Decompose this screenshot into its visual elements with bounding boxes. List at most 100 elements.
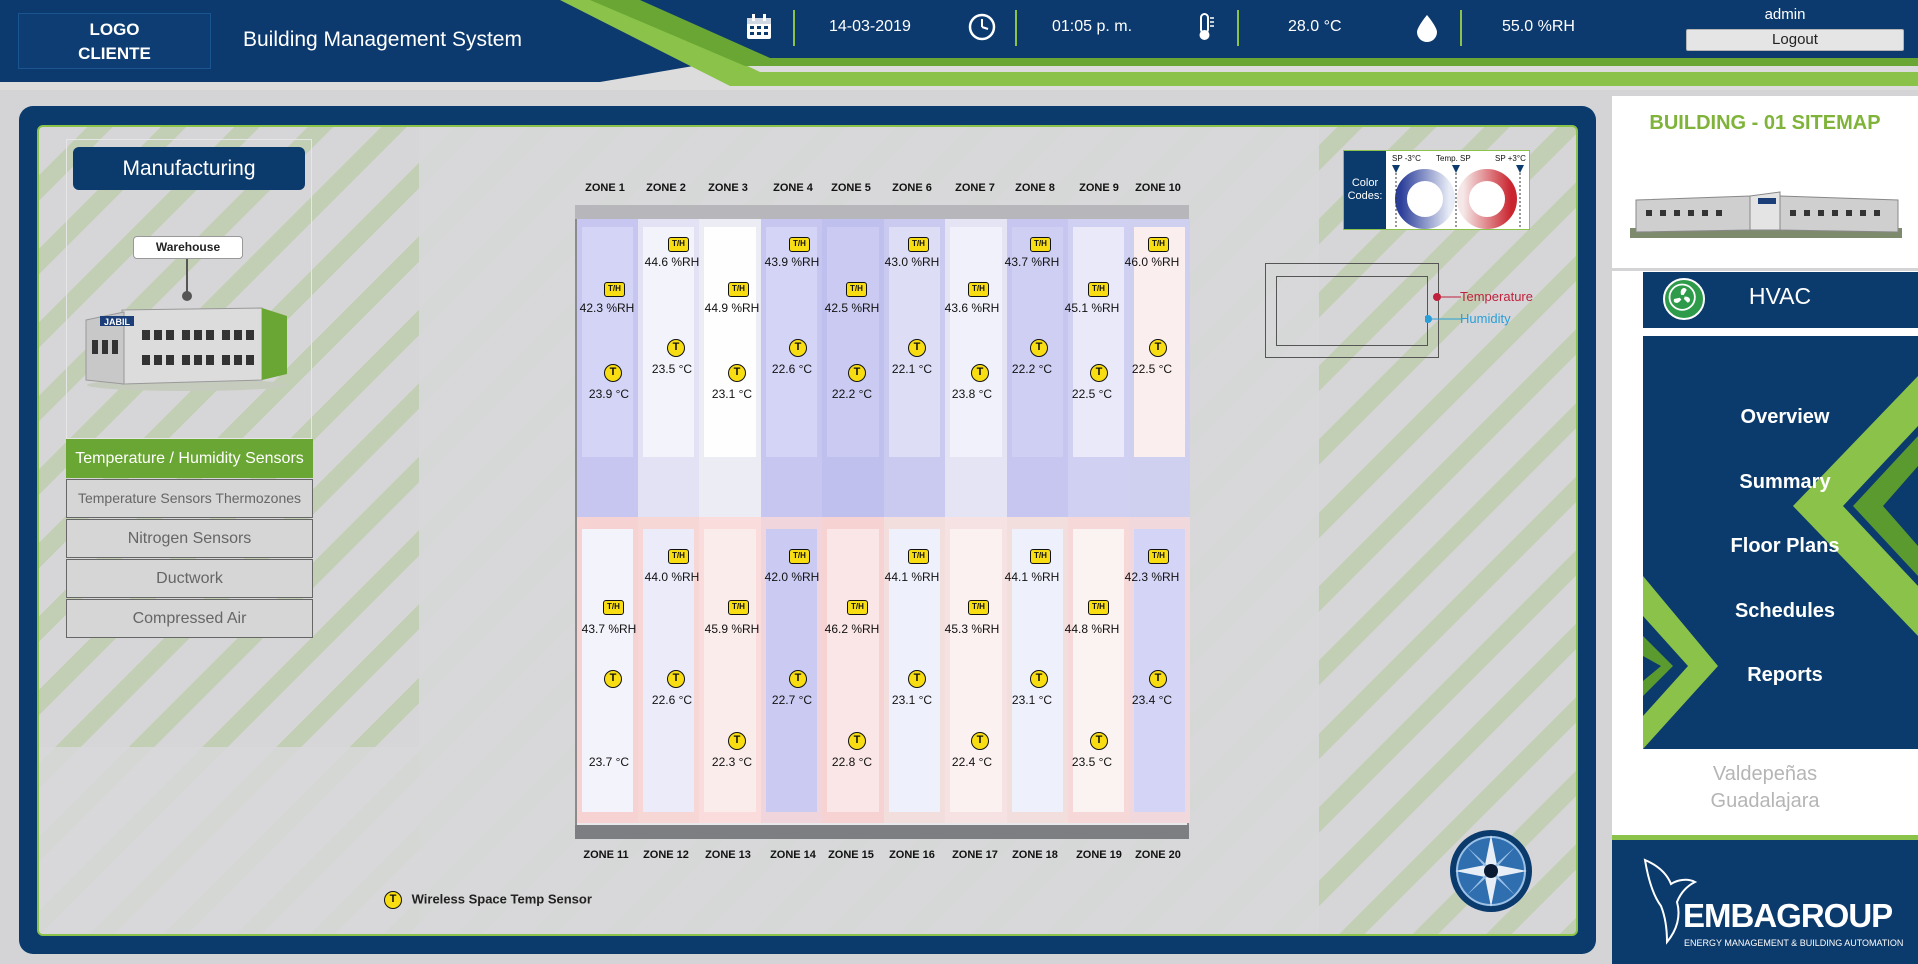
- temperature-reading: 23.9 °C: [588, 387, 630, 401]
- temp-sensor-icon[interactable]: T: [667, 670, 685, 688]
- zone-room[interactable]: [950, 529, 1002, 812]
- temp-humidity-sensor-icon[interactable]: T/H: [1088, 600, 1109, 615]
- zone-room[interactable]: [827, 529, 879, 812]
- user-name: admin: [1764, 6, 1806, 23]
- menu-compressed-air[interactable]: Compressed Air: [66, 599, 313, 638]
- humidity-reading: 45.9 %RH: [704, 622, 760, 636]
- zone-room[interactable]: [704, 227, 756, 457]
- nav-schedules[interactable]: Schedules: [1700, 600, 1870, 623]
- zone-label-bottom: ZONE 15: [828, 849, 874, 861]
- temp-humidity-sensor-icon[interactable]: T/H: [728, 282, 749, 297]
- temp-humidity-sensor-icon[interactable]: T/H: [968, 600, 989, 615]
- nav-floor-plans[interactable]: Floor Plans: [1700, 535, 1870, 558]
- temperature-reading: 23.1 °C: [711, 387, 753, 401]
- temp-sensor-icon[interactable]: T: [971, 364, 989, 382]
- temp-humidity-sensor-icon[interactable]: T/H: [1030, 549, 1051, 564]
- menu-nitrogen-sensors[interactable]: Nitrogen Sensors: [66, 519, 313, 558]
- zone-label-bottom: ZONE 16: [889, 849, 935, 861]
- temp-humidity-sensor-icon[interactable]: T/H: [846, 282, 867, 297]
- temp-humidity-sensor-icon[interactable]: T/H: [1088, 282, 1109, 297]
- building-sitemap-title-text: BUILDING - 01 SITEMAP: [1649, 112, 1881, 134]
- sp-plus-label: SP +3°C: [1495, 154, 1526, 163]
- color-codes-label: Color Codes:: [1344, 151, 1386, 229]
- warehouse-building-image[interactable]: JABIL: [82, 300, 292, 392]
- temp-sensor-icon[interactable]: T: [728, 732, 746, 750]
- temp-sensor-icon[interactable]: T: [1090, 364, 1108, 382]
- temp-sensor-icon[interactable]: T: [789, 670, 807, 688]
- temp-humidity-sensor-icon[interactable]: T/H: [908, 549, 929, 564]
- zone-room[interactable]: [582, 227, 633, 457]
- area-title[interactable]: Manufacturing: [73, 147, 305, 190]
- site-name: Valdepeñas Guadalajara: [1612, 761, 1918, 815]
- company-tagline: ENERGY MANAGEMENT & BUILDING AUTOMATION: [1684, 938, 1904, 948]
- header-separator: [793, 10, 795, 46]
- zone-label-top: ZONE 4: [773, 182, 813, 194]
- temp-sensor-icon[interactable]: T: [604, 670, 622, 688]
- fan-icon[interactable]: [1663, 278, 1705, 320]
- temp-humidity-sensor-icon[interactable]: T/H: [603, 600, 624, 615]
- zone-label-bottom: ZONE 14: [770, 849, 816, 861]
- menu-ductwork[interactable]: Ductwork: [66, 559, 313, 598]
- zone-room[interactable]: [950, 227, 1002, 457]
- app-title: Building Management System: [243, 28, 522, 51]
- temp-sensor-icon[interactable]: T: [667, 339, 685, 357]
- temp-sensor-icon[interactable]: T: [848, 364, 866, 382]
- temp-sensor-icon[interactable]: T: [1030, 339, 1048, 357]
- logout-button[interactable]: Logout: [1686, 29, 1904, 51]
- temp-sensor-icon[interactable]: T: [908, 670, 926, 688]
- water-drop-icon: [1417, 15, 1437, 42]
- temp-humidity-sensor-icon[interactable]: T/H: [847, 600, 868, 615]
- site-region: Guadalajara: [1710, 790, 1820, 812]
- temperature-reading: 23.1 °C: [891, 693, 933, 707]
- temp-humidity-sensor-icon[interactable]: T/H: [668, 549, 689, 564]
- zone-room[interactable]: [827, 227, 879, 457]
- temp-humidity-sensor-icon[interactable]: T/H: [968, 282, 989, 297]
- nav-summary[interactable]: Summary: [1700, 471, 1870, 494]
- temp-sensor-icon[interactable]: T: [848, 732, 866, 750]
- menu-temperature-sensors-thermozones[interactable]: Temperature Sensors Thermozones: [66, 479, 313, 518]
- building-image[interactable]: [1630, 190, 1902, 238]
- temp-humidity-sensor-icon[interactable]: T/H: [789, 549, 810, 564]
- temp-sensor-icon[interactable]: T: [728, 364, 746, 382]
- nav-reports[interactable]: Reports: [1700, 664, 1870, 687]
- temperature-reading: 22.2 °C: [831, 387, 873, 401]
- temp-humidity-sensor-icon[interactable]: T/H: [908, 237, 929, 252]
- temperature-reading: 22.8 °C: [831, 755, 873, 769]
- humidity-reading: 44.6 %RH: [644, 255, 700, 269]
- temp-humidity-sensor-icon[interactable]: T/H: [1148, 237, 1169, 252]
- header-separator: [1237, 10, 1239, 46]
- temp-sensor-icon[interactable]: T: [1149, 670, 1167, 688]
- temp-humidity-sensor-icon[interactable]: T/H: [789, 237, 810, 252]
- compass-icon[interactable]: [1449, 829, 1533, 913]
- temp-sensor-icon[interactable]: T: [789, 339, 807, 357]
- zone-label-top: ZONE 10: [1135, 182, 1181, 194]
- nav-overview[interactable]: Overview: [1700, 406, 1870, 429]
- temp-humidity-sensor-icon[interactable]: T/H: [1148, 549, 1169, 564]
- warehouse-label[interactable]: Warehouse: [133, 236, 243, 259]
- client-logo[interactable]: LOGO CLIENTE: [18, 13, 211, 69]
- temp-sensor-icon[interactable]: T: [1030, 670, 1048, 688]
- header-bar: LOGO CLIENTE Building Management System …: [0, 0, 1918, 90]
- humidity-reading: 44.1 %RH: [1004, 570, 1060, 584]
- humidity-reading: 44.1 %RH: [884, 570, 940, 584]
- temp-sensor-icon[interactable]: T: [604, 364, 622, 382]
- temp-sensor-icon[interactable]: T: [971, 732, 989, 750]
- temp-sensor-icon[interactable]: T: [1149, 339, 1167, 357]
- temp-humidity-sensor-icon[interactable]: T/H: [1030, 237, 1051, 252]
- temp-humidity-sensor-icon[interactable]: T/H: [668, 237, 689, 252]
- legend-temperature: Temperature: [1460, 289, 1533, 304]
- zone-label-bottom: ZONE 12: [643, 849, 689, 861]
- zone-room[interactable]: [704, 529, 756, 812]
- zone-label-bottom: ZONE 11: [583, 849, 629, 861]
- temp-sensor-icon[interactable]: T: [1090, 732, 1108, 750]
- temp-humidity-sensor-icon[interactable]: T/H: [604, 282, 625, 297]
- site-city: Valdepeñas: [1712, 763, 1818, 785]
- humidity-reading: 43.6 %RH: [944, 301, 1000, 315]
- temp-humidity-sensor-icon[interactable]: T/H: [728, 600, 749, 615]
- menu-temperature-humidity-sensors[interactable]: Temperature / Humidity Sensors: [66, 439, 313, 478]
- zone-label-bottom: ZONE 20: [1135, 849, 1181, 861]
- temperature-reading: 22.7 °C: [771, 693, 813, 707]
- sensor-legend: T Wireless Space Temp Sensor: [384, 891, 592, 909]
- building-sitemap-title[interactable]: BUILDING - 01 SITEMAP: [1612, 112, 1918, 135]
- temp-sensor-icon[interactable]: T: [908, 339, 926, 357]
